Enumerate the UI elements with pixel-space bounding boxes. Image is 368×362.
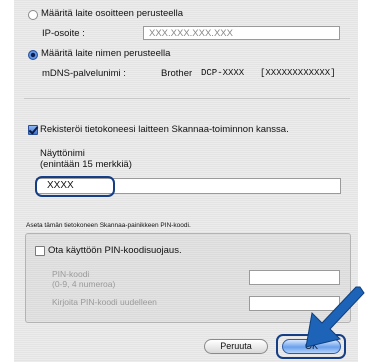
ip-address-input[interactable]: XXX.XXX.XXX.XXX <box>143 26 340 40</box>
register-checkbox[interactable] <box>28 125 38 135</box>
mdns-label: mDNS-palvelunimi : <box>42 68 126 79</box>
pointer-arrow-icon <box>305 286 365 348</box>
radio-by-address[interactable] <box>28 10 38 20</box>
pin-code-hint: (0-9, 4 numeroa) <box>52 279 116 289</box>
register-checkbox-label[interactable]: Rekisteröi tietokoneesi laitteen Skannaa… <box>40 124 289 135</box>
pin-enable-label[interactable]: Ota käyttöön PIN-koodisuojaus. <box>48 245 182 256</box>
mdns-model: DCP-XXXX <box>201 68 245 78</box>
pin-code-label: PIN-koodi <box>52 269 90 279</box>
pin-confirm-label: Kirjoita PIN-koodi uudelleen <box>52 297 157 307</box>
mdns-suffix: [XXXXXXXXXXXX] <box>260 68 336 78</box>
separator <box>24 98 350 99</box>
pin-enable-checkbox[interactable] <box>35 246 45 256</box>
ip-address-label: IP-osoite : <box>42 28 85 39</box>
radio-by-name[interactable] <box>28 50 38 60</box>
display-name-hint: (enintään 15 merkkiä) <box>40 159 132 170</box>
display-name-highlight <box>35 176 115 197</box>
radio-by-address-label[interactable]: Määritä laite osoitteen perusteella <box>41 8 183 19</box>
pin-section-label: Aseta tämän tietokoneen Skannaa-painikke… <box>26 222 191 229</box>
display-name-label: Näyttönimi <box>40 148 85 159</box>
mdns-prefix: Brother <box>161 68 193 79</box>
cancel-button[interactable]: Peruuta <box>204 339 268 354</box>
radio-by-name-label[interactable]: Määritä laite nimen perusteella <box>41 48 170 59</box>
